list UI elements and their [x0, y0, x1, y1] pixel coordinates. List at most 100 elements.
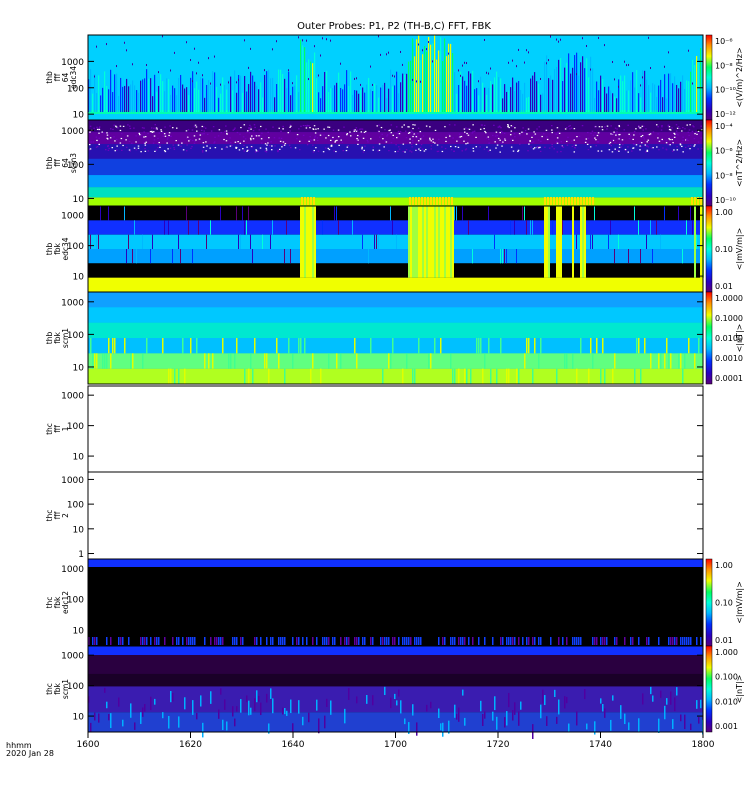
time-column — [436, 206, 438, 278]
speckle — [684, 128, 686, 130]
time-column — [650, 686, 652, 695]
speckle — [618, 125, 620, 127]
speckle — [319, 134, 322, 136]
time-column — [94, 637, 96, 645]
speckle — [618, 150, 620, 152]
speckle — [252, 138, 255, 140]
speckle — [510, 146, 513, 148]
time-column — [638, 338, 640, 354]
time-column — [558, 206, 560, 278]
time-column — [624, 713, 626, 725]
time-column — [586, 197, 588, 205]
time-column — [512, 637, 514, 645]
time-column — [136, 90, 138, 112]
speckle — [598, 36, 599, 39]
speckle — [618, 143, 621, 146]
time-column — [300, 39, 302, 112]
speckle — [503, 132, 506, 134]
time-column — [576, 52, 578, 112]
time-column — [620, 75, 622, 112]
time-column — [192, 700, 194, 715]
time-column — [656, 220, 657, 235]
speckle — [454, 124, 456, 126]
speckle — [655, 124, 658, 126]
time-column — [488, 87, 490, 112]
time-column — [146, 637, 148, 645]
speckle — [419, 138, 422, 140]
time-column — [660, 234, 661, 249]
speckle — [278, 137, 281, 139]
time-column — [100, 206, 101, 221]
speckle — [532, 148, 535, 150]
speckle — [98, 143, 100, 146]
speckle — [661, 138, 663, 141]
speckle — [639, 127, 641, 129]
time-column — [134, 722, 136, 730]
speckle — [309, 127, 311, 129]
speckle — [466, 132, 468, 135]
time-column — [132, 353, 134, 369]
time-column — [454, 206, 455, 221]
time-column — [652, 695, 654, 702]
speckle — [96, 126, 98, 128]
speckle — [364, 145, 366, 147]
speckle — [229, 145, 232, 147]
speckle — [313, 125, 316, 127]
time-column — [132, 80, 134, 112]
time-column — [514, 91, 516, 112]
time-column — [452, 368, 454, 384]
time-column — [520, 89, 522, 112]
time-column — [154, 74, 156, 112]
time-column — [482, 368, 484, 384]
time-column — [308, 59, 310, 112]
speckle — [154, 150, 156, 152]
speckle — [463, 131, 466, 133]
speckle — [199, 134, 202, 136]
speckle — [647, 139, 650, 141]
time-column — [266, 693, 268, 703]
speckle — [225, 146, 227, 148]
speckle — [128, 125, 131, 127]
speckle — [315, 147, 317, 149]
speckle — [128, 140, 131, 143]
y-tick-label: 10 — [73, 363, 85, 373]
time-column — [130, 703, 132, 718]
speckle — [248, 129, 251, 131]
speckle — [668, 138, 670, 140]
speckle — [309, 136, 311, 138]
speckle — [677, 126, 680, 128]
time-column — [106, 353, 108, 369]
time-column — [306, 206, 308, 278]
speckle — [689, 148, 691, 150]
time-column — [640, 97, 642, 112]
speckle — [306, 125, 308, 127]
time-column — [642, 693, 644, 705]
time-column — [684, 353, 686, 369]
speckle — [314, 45, 315, 48]
y-tick-label: 10 — [73, 453, 85, 463]
speckle — [667, 125, 670, 127]
time-column — [196, 338, 198, 354]
time-column — [610, 220, 611, 235]
speckle — [571, 145, 574, 148]
speckle — [397, 130, 400, 133]
time-column — [552, 79, 554, 112]
time-column — [582, 206, 584, 278]
time-column — [692, 220, 693, 235]
speckle — [324, 147, 327, 149]
speckle — [533, 134, 535, 137]
speckle — [255, 135, 258, 137]
speckle — [152, 142, 155, 144]
time-column — [518, 368, 520, 384]
speckle — [421, 148, 424, 150]
spectrogram-image — [88, 646, 704, 739]
speckle — [253, 124, 256, 126]
panel-ylabel: thb fbk edc34 — [45, 237, 70, 260]
colorbar-tick-label: 0.001 — [715, 722, 738, 731]
speckle — [633, 131, 636, 133]
speckle — [688, 134, 690, 136]
time-column — [250, 353, 252, 369]
speckle — [595, 139, 597, 141]
time-column — [102, 87, 104, 112]
time-column — [106, 637, 108, 645]
